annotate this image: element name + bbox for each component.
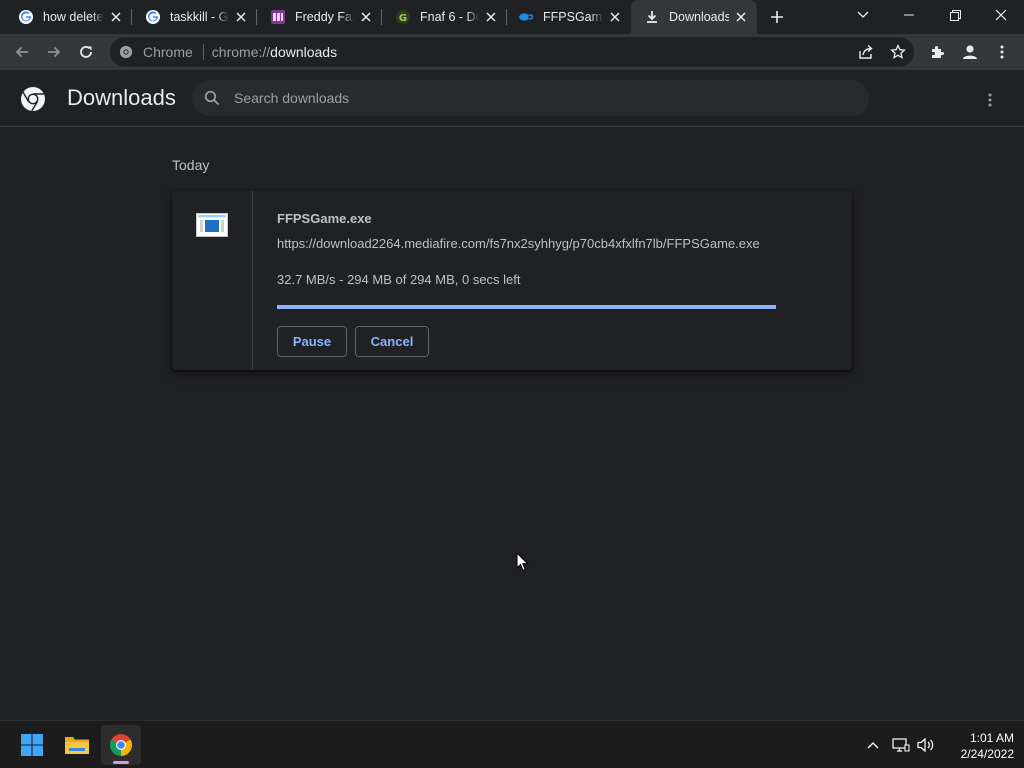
svg-text:G: G	[399, 13, 407, 24]
chrome-menu-button[interactable]	[988, 38, 1016, 66]
search-icon	[204, 90, 220, 106]
download-progress-bar	[277, 305, 776, 309]
start-button[interactable]	[12, 725, 52, 765]
download-item: FFPSGame.exe https://download2264.mediaf…	[172, 191, 852, 370]
download-icon	[644, 9, 660, 25]
search-box[interactable]	[192, 80, 869, 116]
taskbar-clock[interactable]: 1:01 AM 2/24/2022	[944, 730, 1014, 762]
tab-how-delete[interactable]: how delete	[0, 0, 132, 34]
card-divider	[252, 191, 253, 370]
tab-title: Freddy Fazb	[295, 10, 354, 24]
taskbar: 1:01 AM 2/24/2022	[0, 720, 1024, 768]
pause-button[interactable]: Pause	[277, 326, 347, 357]
chrome-taskbar-button[interactable]	[101, 725, 141, 765]
bookmark-button[interactable]	[884, 38, 912, 66]
tab-strip: how delete taskkill - Go Freddy Fazb G F…	[0, 0, 1024, 34]
mediafire-icon	[518, 9, 534, 25]
tab-taskkill[interactable]: taskkill - Go	[132, 0, 257, 34]
tab-title: Downloads	[669, 10, 729, 24]
address-bar[interactable]: Chrome chrome://downloads	[110, 37, 914, 67]
google-g-icon	[18, 9, 34, 25]
reload-icon	[80, 46, 92, 58]
downloads-menu-button[interactable]	[978, 88, 1002, 112]
download-filename[interactable]: FFPSGame.exe	[277, 211, 372, 226]
share-button[interactable]	[852, 38, 880, 66]
close-tab-icon[interactable]	[733, 9, 749, 25]
restore-button[interactable]	[932, 0, 978, 30]
share-icon	[859, 44, 873, 59]
folder-icon	[65, 737, 89, 754]
network-icon	[892, 738, 910, 752]
google-g-icon	[145, 9, 161, 25]
url-path: downloads	[270, 44, 338, 60]
tab-search-button[interactable]	[840, 0, 886, 30]
windows-logo-icon	[21, 734, 43, 756]
url-text: chrome://downloads	[212, 44, 337, 60]
back-button[interactable]	[8, 38, 36, 66]
close-tab-icon[interactable]	[233, 9, 249, 25]
puzzle-icon	[932, 46, 944, 58]
download-status: 32.7 MB/s - 294 MB of 294 MB, 0 secs lef…	[277, 272, 521, 287]
tab-fnaf6[interactable]: G Fnaf 6 - Do	[382, 0, 507, 34]
downloads-header: Downloads	[0, 70, 1024, 127]
restore-icon	[949, 9, 961, 21]
chevron-up-icon	[867, 742, 879, 749]
page-title: Downloads	[67, 85, 176, 110]
cancel-button[interactable]: Cancel	[355, 326, 429, 357]
active-app-indicator	[113, 761, 129, 764]
star-icon	[890, 44, 906, 59]
tab-freddy[interactable]: Freddy Fazb	[257, 0, 382, 34]
mouse-cursor-icon	[516, 551, 529, 577]
network-button[interactable]	[889, 733, 913, 757]
tab-title: Fnaf 6 - Do	[420, 10, 479, 24]
fandom-icon	[270, 9, 286, 25]
close-window-button[interactable]	[978, 0, 1024, 30]
chrome-icon	[110, 734, 132, 756]
minimize-button[interactable]	[886, 0, 932, 30]
tab-title: FFPSGame	[543, 10, 603, 24]
kebab-menu-icon	[988, 93, 992, 107]
site-chip-label: Chrome	[143, 44, 193, 60]
arrow-right-icon	[48, 46, 61, 58]
close-tab-icon[interactable]	[108, 9, 124, 25]
chrome-logo-icon	[20, 86, 46, 112]
chrome-icon	[119, 45, 133, 59]
close-tab-icon[interactable]	[483, 9, 499, 25]
close-tab-icon[interactable]	[607, 9, 623, 25]
volume-button[interactable]	[914, 733, 938, 757]
arrow-left-icon	[15, 46, 28, 58]
person-icon	[963, 45, 977, 59]
download-url[interactable]: https://download2264.mediafire.com/fs7nx…	[277, 236, 760, 251]
clock-time: 1:01 AM	[969, 731, 1014, 745]
omnibox-separator	[202, 44, 204, 60]
chevron-down-icon	[857, 11, 869, 18]
site-info-chip[interactable]: Chrome	[119, 44, 193, 60]
profile-button[interactable]	[956, 38, 984, 66]
extensions-button[interactable]	[924, 38, 952, 66]
tab-downloads[interactable]: Downloads	[631, 0, 757, 34]
tab-title: taskkill - Go	[170, 10, 229, 24]
close-tab-icon[interactable]	[358, 9, 374, 25]
plus-icon	[771, 11, 783, 23]
volume-icon	[917, 737, 934, 753]
exe-file-icon	[196, 213, 228, 237]
url-scheme: chrome://	[211, 44, 271, 60]
tab-title: how delete	[43, 10, 104, 24]
progress-fill	[277, 305, 776, 309]
reload-button[interactable]	[72, 38, 100, 66]
date-group-label: Today	[172, 157, 210, 173]
kebab-menu-icon	[1000, 45, 1004, 59]
forward-button[interactable]	[40, 38, 68, 66]
close-icon	[995, 9, 1007, 21]
search-input[interactable]	[234, 90, 834, 106]
file-explorer-button[interactable]	[57, 725, 97, 765]
minimize-icon	[904, 14, 914, 16]
show-hidden-icons-button[interactable]	[861, 733, 885, 757]
browser-toolbar: Chrome chrome://downloads	[0, 34, 1024, 70]
game-icon: G	[395, 9, 411, 25]
clock-date: 2/24/2022	[960, 747, 1014, 761]
new-tab-button[interactable]	[766, 7, 788, 27]
tab-ffpsgame[interactable]: FFPSGame	[507, 0, 631, 34]
